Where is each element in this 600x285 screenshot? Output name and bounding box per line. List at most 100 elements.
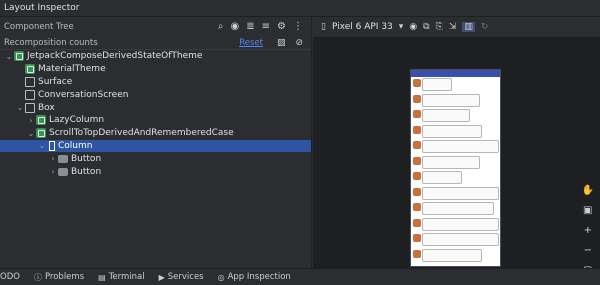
window-title: Layout Inspector xyxy=(4,3,80,13)
tree-node-label: Column xyxy=(58,140,93,151)
chevron-down-icon[interactable]: ⌄ xyxy=(37,141,47,150)
tool-window-label: Problems xyxy=(44,272,85,282)
tree-node-label: JetpackComposeDerivedStateOfTheme xyxy=(27,51,203,62)
tool-window-app-inspection[interactable]: ◎ App Inspection xyxy=(218,272,291,282)
avatar xyxy=(413,79,421,87)
live-updates-icon[interactable]: ▥ xyxy=(462,21,475,32)
chevron-down-icon[interactable]: ⌄ xyxy=(15,103,25,112)
device-icon[interactable]: ▯ xyxy=(321,22,326,32)
message-bubble xyxy=(422,78,452,91)
message-item xyxy=(411,201,500,217)
tree-toolbar: ⌕ ◉ ≣ ≡ ⚙ ⋮ xyxy=(218,21,311,32)
layer-icon[interactable]: ⧉ xyxy=(423,22,429,32)
chevron-down-icon[interactable]: ▾ xyxy=(399,22,404,32)
avatar xyxy=(413,141,421,149)
message-bubble xyxy=(422,171,462,184)
avatar xyxy=(413,156,421,165)
frame-icon[interactable]: ▣ xyxy=(583,205,592,216)
message-item xyxy=(411,186,500,202)
tree-node[interactable]: Surface xyxy=(0,76,311,89)
expand-all-icon[interactable]: ≣ xyxy=(246,21,254,32)
zoom-out-icon[interactable]: − xyxy=(584,245,592,256)
snapshot-icon[interactable]: ⎘ xyxy=(436,22,443,32)
tool-window-problems[interactable]: ⓘ Problems xyxy=(34,272,84,283)
avatar xyxy=(413,249,421,258)
more-icon[interactable]: ⋮ xyxy=(293,21,303,32)
tree-node[interactable]: ConversationScreen xyxy=(0,88,311,101)
message-item xyxy=(411,124,500,140)
tree-node[interactable]: › LazyColumn xyxy=(0,114,311,127)
message-item xyxy=(411,248,500,264)
device-selector[interactable]: Pixel 6 API 33 xyxy=(332,22,393,32)
message-bubble xyxy=(422,202,494,215)
avatar xyxy=(413,203,421,211)
tool-window-todo[interactable]: ODO xyxy=(0,272,20,282)
export-icon[interactable]: ⇲ xyxy=(449,22,457,32)
tool-window-label: ODO xyxy=(0,272,20,282)
tree-node[interactable]: ⌄ ScrollToTopDerivedAndRememberedCase xyxy=(0,127,311,140)
message-bubble xyxy=(422,217,499,231)
hand-icon[interactable]: ✋ xyxy=(582,185,594,196)
chevron-right-icon[interactable]: › xyxy=(48,154,58,163)
settings-icon[interactable]: ⚙ xyxy=(277,21,286,32)
message-bubble xyxy=(422,186,499,200)
tree-node[interactable]: › Button xyxy=(0,152,311,165)
app-bar xyxy=(411,70,500,77)
highlight-icon[interactable]: ▨ xyxy=(277,38,286,48)
message-bubble xyxy=(422,109,470,122)
component-tree-panel: Component Tree ⌕ ◉ ≣ ≡ ⚙ ⋮ Recomposition… xyxy=(0,17,312,268)
tree-node-label: LazyColumn xyxy=(49,115,105,126)
tool-window-services[interactable]: ▶ Services xyxy=(159,272,204,282)
col-icon xyxy=(49,140,55,151)
tree-node[interactable]: ⌄ JetpackComposeDerivedStateOfTheme xyxy=(0,50,311,63)
recomposition-counts-label: Recomposition counts xyxy=(4,37,98,48)
avatar xyxy=(413,110,421,118)
chevron-right-icon[interactable]: › xyxy=(26,116,36,125)
recomposition-counts-row: Recomposition counts Reset ▨ ⊘ xyxy=(0,36,311,50)
avatar xyxy=(413,94,421,103)
compose-icon xyxy=(36,115,46,126)
reset-link[interactable]: Reset xyxy=(239,38,263,48)
services-icon: ▶ xyxy=(158,272,165,282)
refresh-icon[interactable]: ↻ xyxy=(481,22,489,32)
search-icon[interactable]: ⌕ xyxy=(218,21,224,32)
message-bubble xyxy=(422,155,480,169)
avatar xyxy=(413,234,421,242)
message-item xyxy=(411,139,500,155)
tree-node-label: MaterialTheme xyxy=(38,64,106,75)
chevron-right-icon[interactable]: › xyxy=(48,167,58,176)
box-icon xyxy=(25,89,35,100)
eye-icon[interactable]: ◉ xyxy=(409,22,417,32)
tree-node[interactable]: ⌄ Column xyxy=(0,139,311,153)
device-viewport: ✋ ▣ + − ▢ xyxy=(313,37,600,276)
compose-icon xyxy=(25,64,35,75)
tree-node-label: ScrollToTopDerivedAndRememberedCase xyxy=(49,128,234,139)
avatar xyxy=(413,125,421,134)
avatar xyxy=(413,218,421,227)
tool-window-terminal[interactable]: ▤ Terminal xyxy=(98,272,144,282)
window-title-bar: Layout Inspector xyxy=(0,0,600,17)
avatar xyxy=(413,172,421,180)
component-tree: ⌄ JetpackComposeDerivedStateOfTheme Materi… xyxy=(0,50,311,178)
message-item xyxy=(411,77,500,93)
eye-icon[interactable]: ◉ xyxy=(231,21,240,32)
message-bubble xyxy=(422,233,499,246)
message-bubble xyxy=(422,140,499,153)
message-item xyxy=(411,217,500,233)
tree-node-label: Surface xyxy=(38,76,73,87)
tree-node[interactable]: › Button xyxy=(0,165,311,178)
tool-window-label: Terminal xyxy=(108,272,145,282)
message-item xyxy=(411,108,500,124)
component-tree-header: Component Tree ⌕ ◉ ≣ ≡ ⚙ ⋮ xyxy=(0,17,311,36)
message-item xyxy=(411,232,500,248)
chevron-down-icon[interactable]: ⌄ xyxy=(4,52,14,61)
collapse-all-icon[interactable]: ≡ xyxy=(262,21,270,32)
btn-icon xyxy=(58,167,68,176)
tree-node[interactable]: ⌄ Box xyxy=(0,101,311,114)
zoom-in-icon[interactable]: + xyxy=(584,225,592,236)
device-screen[interactable] xyxy=(410,69,501,267)
tree-node[interactable]: MaterialTheme xyxy=(0,63,311,76)
disable-icon[interactable]: ⊘ xyxy=(295,38,303,48)
chevron-down-icon[interactable]: ⌄ xyxy=(26,129,36,138)
app-inspection-icon: ◎ xyxy=(217,272,225,282)
